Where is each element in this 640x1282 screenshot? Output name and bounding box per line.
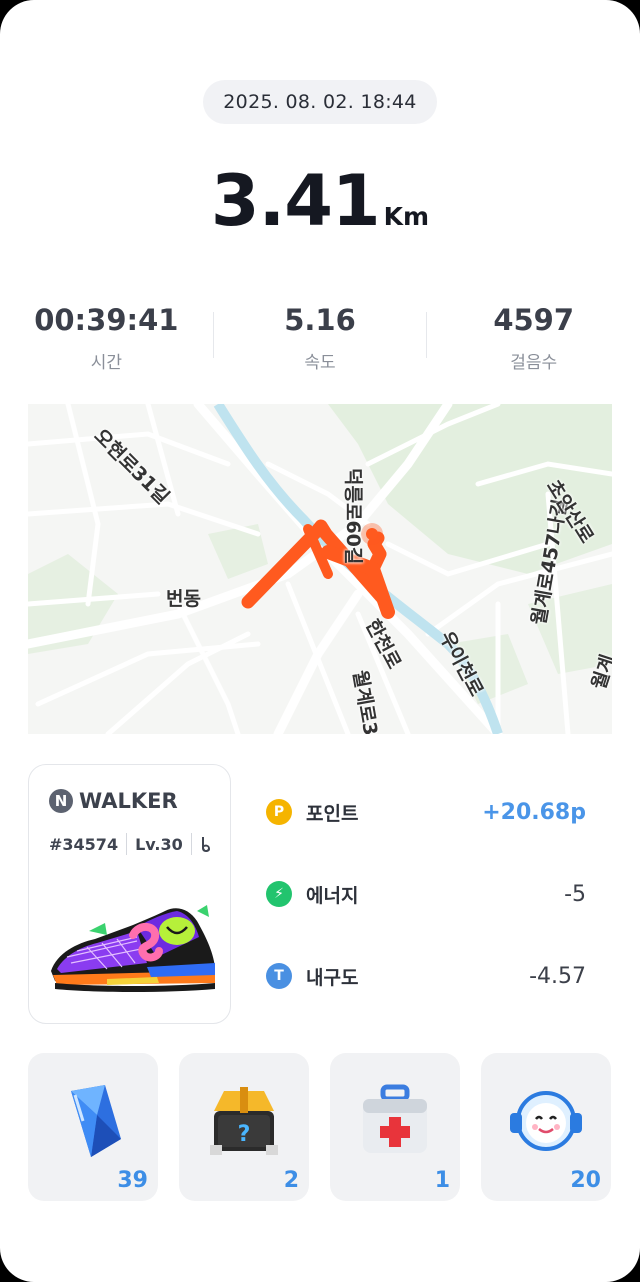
brand-logo-icon: N [49, 789, 73, 813]
reward-points: P 포인트 +20.68p [266, 792, 596, 832]
point-icon: P [266, 799, 292, 825]
meta-divider [190, 833, 192, 855]
energy-icon: ⚡ [266, 881, 292, 907]
item-first-aid[interactable]: 1 [330, 1053, 460, 1201]
character-icon [510, 1091, 582, 1151]
sneaker-image-icon [51, 905, 215, 992]
reward-amount: -5 [564, 881, 586, 907]
sneaker-level: Lv.30 [135, 834, 183, 854]
reward-label: 에너지 [306, 884, 359, 907]
reward-amount: -4.57 [529, 963, 586, 989]
item-count: 1 [434, 1168, 450, 1193]
mystery-box-icon: ? [210, 1087, 278, 1155]
brand-name: WALKER [79, 789, 178, 813]
stat-speed-value: 5.16 [284, 303, 356, 337]
map-label-road: 덕릉로60길 [342, 468, 364, 565]
shoe-icon [201, 837, 210, 852]
reward-amount: +20.68p [482, 799, 586, 825]
durability-icon: T [266, 963, 292, 989]
sneaker-id: #34574 [49, 834, 119, 854]
item-gem[interactable]: 39 [28, 1053, 158, 1201]
meta-divider [126, 833, 128, 855]
item-character[interactable]: 20 [481, 1053, 611, 1201]
stat-time: 00:39:41 시간 [0, 300, 213, 380]
walk-result-page: 2025. 08. 02. 18:44 3.41 Km 00:39:41 시간 5… [0, 0, 640, 1282]
distance-value: 3.41 [210, 160, 381, 242]
stat-steps-value: 4597 [493, 303, 575, 337]
stat-steps: 4597 걸음수 [427, 300, 640, 380]
reward-energy: ⚡ 에너지 -5 [266, 874, 596, 914]
item-count: 39 [117, 1168, 148, 1193]
distance-unit: Km [383, 202, 430, 231]
route-map[interactable]: 오현로31길 번동 덕릉로60길 한천로 우이천로 월계로457나길 초안산로 … [28, 404, 612, 734]
item-count: 2 [283, 1168, 299, 1193]
datetime-badge: 2025. 08. 02. 18:44 [203, 80, 437, 124]
distance-display: 3.41 Km [0, 160, 640, 242]
stat-steps-label: 걸음수 [510, 353, 558, 373]
svg-text:?: ? [238, 1122, 251, 1147]
stat-speed: 5.16 속도 [214, 300, 427, 380]
gem-icon [71, 1085, 121, 1157]
map-label-district: 번동 [166, 588, 201, 610]
item-rewards: 39 ? 2 1 20 [28, 1053, 612, 1201]
reward-durability: T 내구도 -4.57 [266, 956, 596, 996]
stat-speed-label: 속도 [304, 353, 336, 373]
item-mystery-box[interactable]: ? 2 [179, 1053, 309, 1201]
reward-label: 내구도 [306, 966, 359, 989]
sneaker-card[interactable]: N WALKER #34574 Lv.30 [28, 764, 231, 1024]
first-aid-kit-icon [363, 1084, 427, 1153]
brand: N WALKER [49, 789, 178, 813]
reward-label: 포인트 [306, 802, 359, 825]
stats-row: 00:39:41 시간 5.16 속도 4597 걸음수 [0, 300, 640, 380]
stat-time-label: 시간 [90, 353, 122, 373]
sneaker-meta: #34574 Lv.30 [49, 833, 212, 855]
item-count: 20 [570, 1168, 601, 1193]
stat-time-value: 00:39:41 [34, 303, 179, 337]
